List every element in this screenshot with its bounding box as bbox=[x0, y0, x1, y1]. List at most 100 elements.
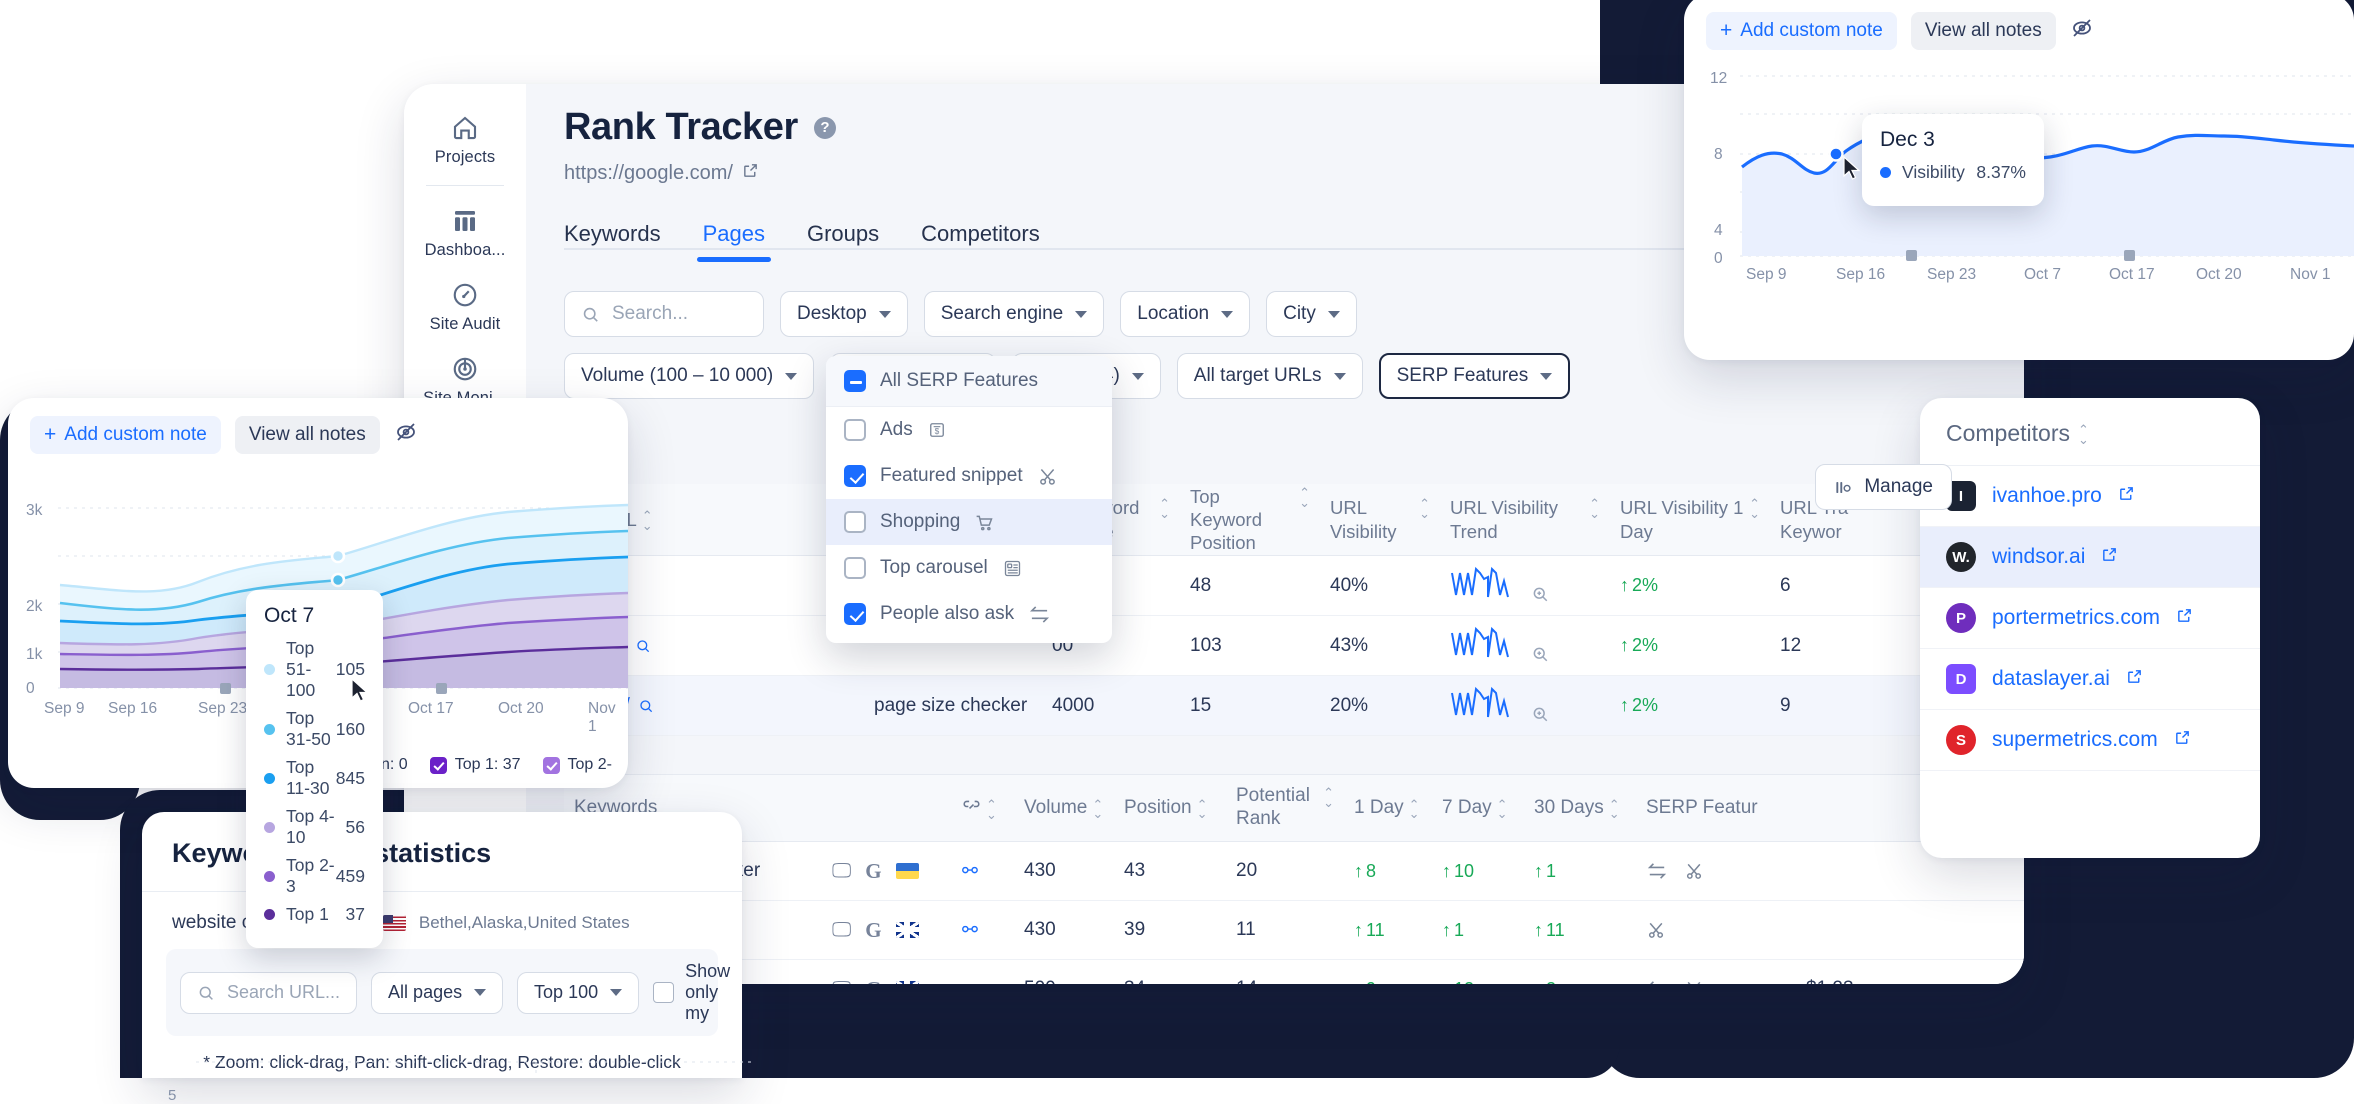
sort-icon[interactable]: ⌃ ⌄ bbox=[1419, 496, 1430, 520]
legend-checkbox[interactable] bbox=[429, 756, 447, 774]
sort-icon[interactable]: ⌃ ⌄ bbox=[1092, 797, 1103, 820]
legend-item-top-2-3[interactable]: Top 2- bbox=[542, 756, 612, 774]
sort-icon[interactable]: ⌃ ⌄ bbox=[1299, 485, 1310, 508]
search-input[interactable]: Search... bbox=[564, 291, 764, 337]
sort-icon[interactable]: ⌃ ⌄ bbox=[1497, 797, 1508, 820]
sidebar-item-dashboard[interactable]: Dashboa... bbox=[404, 195, 526, 269]
table-row[interactable]: r seo report 🖵 G ⚯ 430 39 11 ↑11 ↑1 ↑11 bbox=[564, 901, 2024, 960]
competitor-name[interactable]: portermetrics.com bbox=[1992, 606, 2160, 630]
filter-volume[interactable]: Volume (100 – 10 000) bbox=[564, 353, 815, 399]
zoom-in-icon[interactable] bbox=[1531, 645, 1549, 663]
table-row[interactable]: r 🖵 G ⚯ 500 34 14 ↑9 ↑12 ↑2 bbox=[564, 960, 2024, 984]
zoom-in-icon[interactable] bbox=[1531, 585, 1549, 603]
zoom-in-icon[interactable] bbox=[1531, 705, 1549, 723]
add-custom-note-button[interactable]: + Add custom note bbox=[1706, 12, 1897, 50]
search-url-input[interactable]: Search URL... bbox=[180, 971, 358, 1014]
help-icon[interactable]: ? bbox=[813, 116, 836, 139]
sort-icon[interactable]: ⌃ ⌄ bbox=[1159, 496, 1170, 520]
filter-search-engine[interactable]: Search engine bbox=[923, 291, 1105, 337]
competitor-name[interactable]: windsor.ai bbox=[1992, 545, 2085, 569]
sort-icon[interactable]: ⌃ ⌄ bbox=[1609, 797, 1620, 820]
list-item[interactable]: I ivanhoe.pro bbox=[1920, 466, 2260, 527]
column-header-potential-rank[interactable]: Potential Rank ⌃ ⌄ bbox=[1226, 785, 1344, 831]
link-icon[interactable]: ⚯ bbox=[962, 978, 978, 985]
checkbox-checked[interactable] bbox=[844, 603, 866, 625]
list-item[interactable]: S supermetrics.com bbox=[1920, 710, 2260, 771]
manage-button[interactable]: Manage bbox=[1815, 464, 1952, 510]
search-icon[interactable] bbox=[638, 698, 654, 714]
competitor-name[interactable]: ivanhoe.pro bbox=[1992, 484, 2102, 508]
filter-city[interactable]: City bbox=[1266, 291, 1357, 337]
list-item[interactable]: D dataslayer.ai bbox=[1920, 649, 2260, 710]
list-item[interactable]: P portermetrics.com bbox=[1920, 588, 2260, 649]
column-header-link[interactable]: ⌃ ⌄ bbox=[952, 797, 1014, 820]
column-header-1-day[interactable]: 1 Day ⌃ ⌄ bbox=[1344, 797, 1432, 821]
tab-groups[interactable]: Groups bbox=[807, 221, 879, 261]
dropdown-item-people-also-ask[interactable]: People also ask bbox=[826, 591, 1112, 637]
table-row[interactable]: 00 48 40% ↑2% 6 bbox=[564, 556, 2024, 616]
dropdown-item-top-carousel[interactable]: Top carousel bbox=[826, 545, 1112, 591]
competitor-name[interactable]: dataslayer.ai bbox=[1992, 667, 2110, 691]
legend-item-top-1[interactable]: Top 1: 37 bbox=[429, 756, 521, 774]
sort-icon[interactable]: ⌃ ⌄ bbox=[2078, 422, 2089, 445]
column-header-serp-features[interactable]: SERP Featur bbox=[1636, 797, 1796, 820]
competitor-name[interactable]: supermetrics.com bbox=[1992, 728, 2158, 752]
tab-competitors[interactable]: Competitors bbox=[921, 221, 1040, 261]
sort-icon[interactable]: ⌃ ⌄ bbox=[1589, 496, 1600, 520]
sort-icon[interactable]: ⌃ ⌄ bbox=[1749, 496, 1760, 520]
view-all-notes-button[interactable]: View all notes bbox=[1910, 12, 2056, 50]
external-link-icon[interactable] bbox=[2126, 668, 2143, 690]
checkbox[interactable] bbox=[844, 511, 866, 533]
table-row[interactable]: page size checker 🖵 G ⚯ 430 43 20 ↑8 ↑10… bbox=[564, 842, 2024, 901]
filter-location[interactable]: Location bbox=[1120, 291, 1251, 337]
tab-pages[interactable]: Pages bbox=[696, 221, 772, 262]
eye-off-icon[interactable] bbox=[2070, 16, 2094, 46]
dropdown-item-shopping[interactable]: Shopping bbox=[826, 499, 1112, 545]
dropdown-item-all-serp-features[interactable]: All SERP Features bbox=[826, 356, 1112, 407]
sort-icon[interactable]: ⌃ ⌄ bbox=[1409, 797, 1420, 820]
cell-link[interactable]: ⚯ bbox=[952, 978, 1014, 985]
sidebar-item-projects[interactable]: Projects bbox=[404, 102, 526, 176]
show-only-my-checkbox[interactable] bbox=[653, 982, 675, 1003]
checkbox-checked[interactable] bbox=[844, 465, 866, 487]
link-icon[interactable]: ⚯ bbox=[962, 860, 978, 883]
filter-target-urls[interactable]: All target URLs bbox=[1176, 353, 1363, 399]
dropdown-item-featured-snippet[interactable]: Featured snippet bbox=[826, 453, 1112, 499]
filter-top-100[interactable]: Top 100 bbox=[517, 971, 640, 1014]
external-link-icon[interactable] bbox=[2174, 729, 2191, 751]
add-custom-note-button[interactable]: + Add custom note bbox=[30, 416, 221, 454]
cell-link[interactable]: ⚯ bbox=[952, 919, 1014, 942]
column-header-7-day[interactable]: 7 Day ⌃ ⌄ bbox=[1432, 797, 1524, 821]
column-header-30-days[interactable]: 30 Days ⌃ ⌄ bbox=[1524, 797, 1636, 821]
eye-off-icon[interactable] bbox=[394, 420, 418, 450]
legend-checkbox[interactable] bbox=[542, 756, 560, 774]
link-icon[interactable]: ⚯ bbox=[962, 919, 978, 942]
tab-keywords[interactable]: Keywords bbox=[564, 221, 661, 261]
column-header-url-visibility[interactable]: URL Visibility ⌃ ⌄ bbox=[1320, 496, 1440, 542]
table-row[interactable]: d-test/ 00 103 43% ↑2% 12 bbox=[564, 616, 2024, 676]
show-only-my-checkbox-row[interactable]: Show only my bbox=[653, 961, 730, 1024]
filter-serp-features[interactable]: SERP Features bbox=[1378, 353, 1571, 399]
search-icon[interactable] bbox=[635, 638, 651, 654]
checkbox[interactable] bbox=[844, 557, 866, 579]
view-all-notes-button[interactable]: View all notes bbox=[234, 416, 380, 454]
column-header-top-keyword-position[interactable]: Top Keyword Position ⌃ ⌄ bbox=[1180, 485, 1320, 554]
checkbox-indeterminate[interactable] bbox=[844, 370, 866, 392]
filter-all-pages[interactable]: All pages bbox=[371, 971, 504, 1014]
column-header-position[interactable]: Position ⌃ ⌄ bbox=[1114, 797, 1226, 821]
sort-icon[interactable]: ⌃ ⌄ bbox=[1197, 797, 1208, 820]
table-row[interactable]: e-size/ page size checker 4000 15 20% ↑2… bbox=[564, 676, 2024, 736]
external-link-icon[interactable] bbox=[2101, 546, 2118, 568]
external-link-icon[interactable] bbox=[2176, 607, 2193, 629]
sort-icon[interactable]: ⌃ ⌄ bbox=[642, 508, 653, 531]
list-item[interactable]: W. windsor.ai bbox=[1920, 527, 2260, 588]
sort-icon[interactable]: ⌃ ⌄ bbox=[986, 797, 997, 820]
column-header-url-visibility-trend[interactable]: URL Visibility Trend ⌃ ⌄ bbox=[1440, 496, 1610, 542]
cell-trend[interactable] bbox=[1440, 683, 1610, 729]
sort-icon[interactable]: ⌃ ⌄ bbox=[1323, 785, 1334, 808]
column-header-url-visibility-1-day[interactable]: URL Visibility 1 Day ⌃ ⌄ bbox=[1610, 496, 1770, 542]
dropdown-item-ads[interactable]: Ads $ bbox=[826, 407, 1112, 453]
external-link-icon[interactable] bbox=[2118, 485, 2135, 507]
sidebar-item-site-audit[interactable]: Site Audit bbox=[404, 269, 526, 343]
external-link-icon[interactable] bbox=[742, 162, 759, 185]
